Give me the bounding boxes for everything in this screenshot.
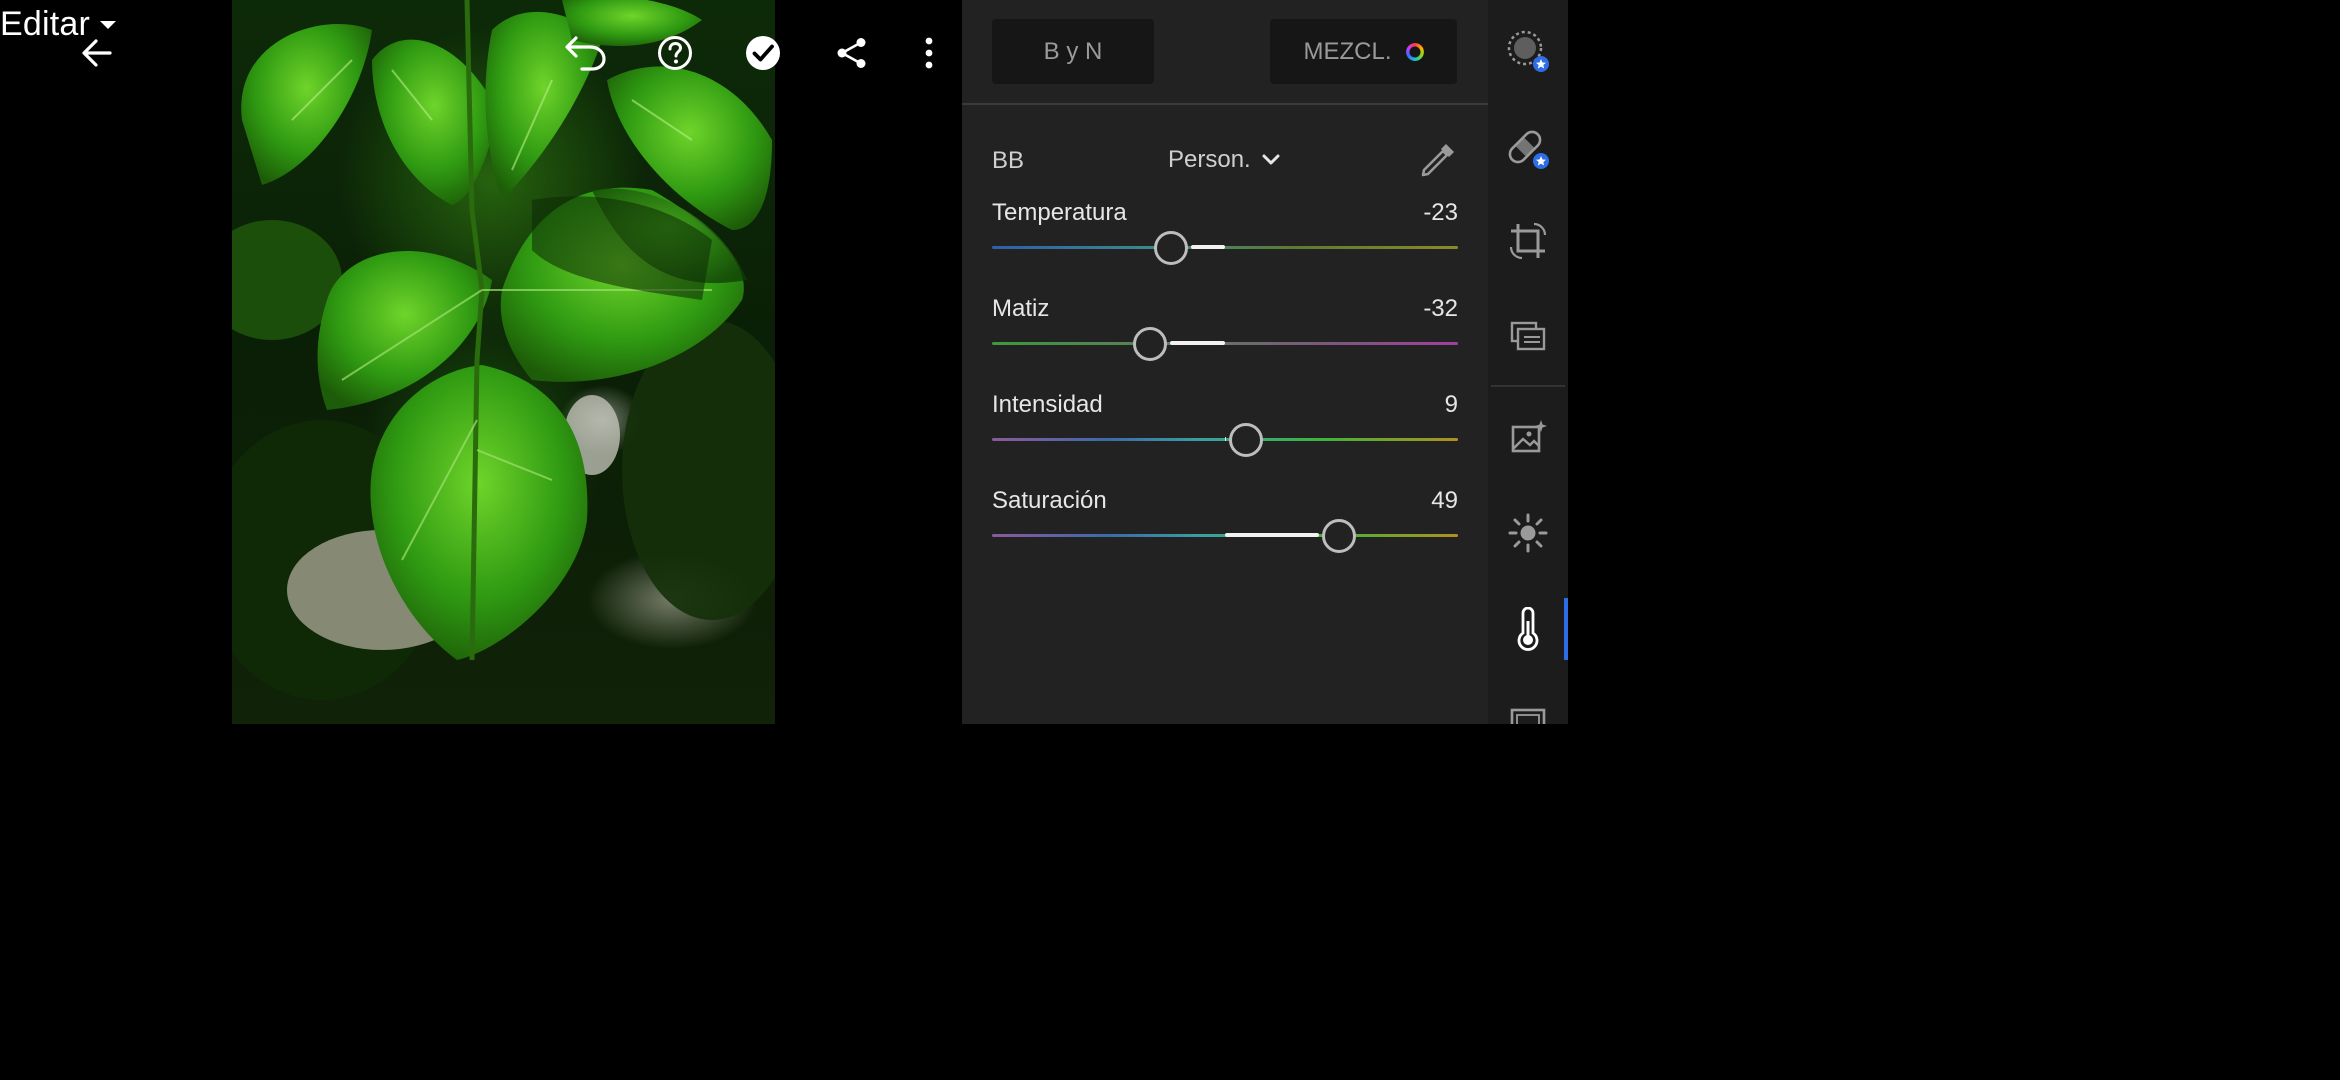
rail-auto-enhance[interactable] (1503, 412, 1553, 462)
help-button[interactable] (652, 30, 698, 76)
slider-label: Temperatura (992, 199, 1127, 226)
slider-handle[interactable] (1133, 327, 1168, 361)
slider-value: -23 (1423, 199, 1458, 226)
done-check-icon (746, 36, 780, 70)
chevron-down-icon (1262, 154, 1280, 165)
white-balance-value: Person. (1168, 146, 1251, 173)
vibrance-slider-row: Intensidad 9 (992, 391, 1458, 471)
mix-label: MEZCL. (1303, 37, 1392, 65)
panel-divider (962, 103, 1488, 105)
undo-icon (565, 36, 606, 71)
rail-crop[interactable] (1503, 216, 1553, 266)
back-button[interactable] (74, 30, 120, 76)
color-panel: B y N MEZCL. BB Person. Temperatura -23 … (962, 0, 1488, 724)
slider-value: 49 (1431, 487, 1458, 514)
crop-icon (1509, 222, 1547, 260)
rail-color-temperature[interactable] (1503, 604, 1553, 654)
color-temperature-icon (1517, 607, 1539, 651)
slider-fill (1225, 437, 1226, 441)
rail-effects[interactable] (1503, 696, 1553, 724)
slider-fill (1191, 245, 1225, 249)
slider-fill (1170, 341, 1225, 345)
healing-brush-icon (1507, 30, 1549, 72)
bandaid-icon (1508, 130, 1549, 169)
slider-handle[interactable] (1322, 519, 1357, 553)
share-button[interactable] (829, 30, 875, 76)
auto-enhance-icon (1511, 420, 1547, 453)
black-and-white-button[interactable]: B y N (992, 19, 1154, 84)
tint-slider-row: Matiz -32 (992, 295, 1458, 375)
slider-handle[interactable] (1228, 423, 1263, 457)
slider-handle[interactable] (1154, 231, 1189, 265)
rail-presets[interactable] (1503, 312, 1553, 362)
white-balance-select[interactable]: Person. (1168, 146, 1281, 174)
presets-icon (1510, 321, 1546, 351)
slider-track[interactable] (992, 342, 1458, 345)
rail-active-indicator (1564, 598, 1568, 660)
white-balance-row: BB Person. (992, 140, 1458, 182)
photo-canvas[interactable] (232, 0, 775, 724)
slider-value: -32 (1423, 295, 1458, 322)
color-mix-button[interactable]: MEZCL. (1270, 19, 1457, 84)
color-wheel-icon (1405, 42, 1424, 61)
rail-healing-brush[interactable] (1503, 26, 1553, 76)
back-arrow-icon (82, 39, 112, 67)
slider-track[interactable] (992, 246, 1458, 249)
eyedropper-icon (1421, 144, 1454, 177)
bw-label: B y N (1043, 37, 1103, 65)
rail-light[interactable] (1503, 508, 1553, 558)
effects-icon (1510, 708, 1546, 724)
caret-down-icon (100, 21, 117, 29)
more-vertical-icon (925, 37, 933, 69)
slider-label: Intensidad (992, 391, 1103, 418)
slider-label: Saturación (992, 487, 1107, 514)
eyedropper-button[interactable] (1418, 140, 1458, 180)
more-options-button[interactable] (906, 30, 952, 76)
slider-value: 9 (1444, 391, 1458, 418)
slider-label: Matiz (992, 295, 1050, 322)
leaf-photo (232, 0, 775, 700)
white-balance-label: BB (992, 147, 1025, 174)
rail-bandaid[interactable] (1503, 123, 1553, 173)
done-button[interactable] (740, 30, 786, 76)
slider-fill (1225, 533, 1320, 537)
rail-divider (1491, 385, 1565, 387)
saturation-slider-row: Saturación 49 (992, 487, 1458, 567)
tool-rail (1488, 0, 1568, 724)
undo-button[interactable] (562, 30, 608, 76)
share-icon (837, 38, 866, 68)
light-icon (1508, 513, 1548, 553)
help-icon (658, 36, 692, 70)
temperature-slider-row: Temperatura -23 (992, 199, 1458, 279)
